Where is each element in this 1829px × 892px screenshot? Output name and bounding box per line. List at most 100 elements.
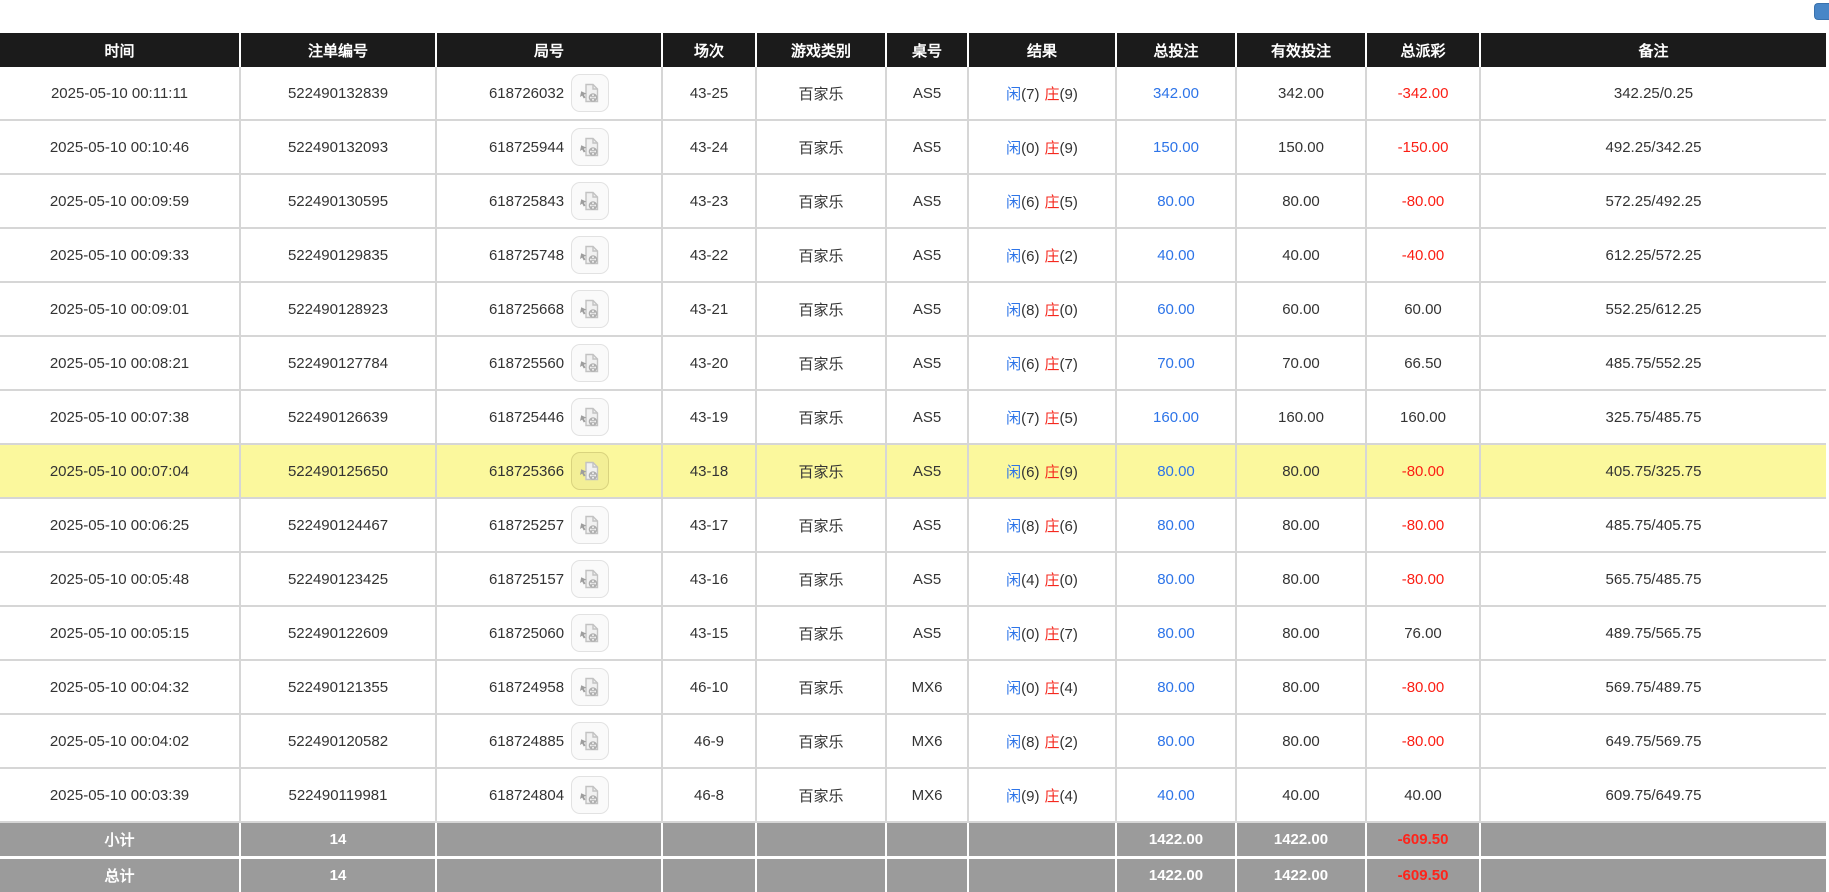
time-cell: 2025-05-10 00:06:25 [0, 498, 240, 552]
round-number-cell: 618725843 [436, 174, 662, 228]
video-file-icon [578, 729, 602, 753]
payout-cell: 66.50 [1366, 336, 1480, 390]
round-number-cell: 618725157 [436, 552, 662, 606]
total-bet-link[interactable]: 150.00 [1153, 139, 1199, 156]
valid-bet-cell: 40.00 [1236, 768, 1366, 822]
player-score: (4) [1021, 572, 1039, 589]
time-cell: 2025-05-10 00:04:32 [0, 660, 240, 714]
column-header-table: 桌号 [886, 33, 968, 67]
banker-label: 庄 [1045, 410, 1060, 427]
video-replay-button[interactable] [571, 236, 609, 274]
round-number: 618725257 [489, 517, 564, 534]
round-number-wrap: 618725668 [437, 290, 661, 328]
total-bet-link[interactable]: 342.00 [1153, 85, 1199, 102]
player-score: (8) [1021, 302, 1039, 319]
player-score: (0) [1021, 140, 1039, 157]
video-replay-button[interactable] [571, 290, 609, 328]
video-replay-button[interactable] [571, 74, 609, 112]
table-row[interactable]: 2025-05-10 00:09:59 522490130595 6187258… [0, 174, 1826, 228]
table-row[interactable]: 2025-05-10 00:09:33 522490129835 6187257… [0, 228, 1826, 282]
result-cell: 闲(0)庄(9) [968, 120, 1116, 174]
time-cell: 2025-05-10 00:03:39 [0, 768, 240, 822]
total-bet-link[interactable]: 80.00 [1157, 733, 1195, 750]
remark-cell: 485.75/405.75 [1480, 498, 1826, 552]
session-cell: 43-17 [662, 498, 756, 552]
video-replay-button[interactable] [571, 560, 609, 598]
round-number-wrap: 618724885 [437, 722, 661, 760]
table-row[interactable]: 2025-05-10 00:07:38 522490126639 6187254… [0, 390, 1826, 444]
table-row[interactable]: 2025-05-10 00:03:39 522490119981 6187248… [0, 768, 1826, 822]
total-bet-link[interactable]: 160.00 [1153, 409, 1199, 426]
banker-score: (2) [1060, 734, 1078, 751]
banker-label: 庄 [1045, 680, 1060, 697]
time-cell: 2025-05-10 00:11:11 [0, 67, 240, 120]
banker-score: (6) [1060, 518, 1078, 535]
table-row[interactable]: 2025-05-10 00:04:32 522490121355 6187249… [0, 660, 1826, 714]
video-replay-button[interactable] [571, 452, 609, 490]
column-header-game: 游戏类别 [756, 33, 886, 67]
total-bet-link[interactable]: 80.00 [1157, 679, 1195, 696]
total-bet-cell: 80.00 [1116, 660, 1236, 714]
payout-cell: -342.00 [1366, 67, 1480, 120]
banker-score: (0) [1060, 572, 1078, 589]
video-file-icon [578, 621, 602, 645]
bet-number-cell: 522490125650 [240, 444, 436, 498]
total-bet-link[interactable]: 80.00 [1157, 463, 1195, 480]
table-row[interactable]: 2025-05-10 00:08:21 522490127784 6187255… [0, 336, 1826, 390]
round-number-wrap: 618725748 [437, 236, 661, 274]
game-type-cell: 百家乐 [756, 714, 886, 768]
video-replay-button[interactable] [571, 776, 609, 814]
video-replay-button[interactable] [571, 614, 609, 652]
table-row[interactable]: 2025-05-10 00:07:04 522490125650 6187253… [0, 444, 1826, 498]
bet-number-cell: 522490128923 [240, 282, 436, 336]
session-cell: 43-21 [662, 282, 756, 336]
player-label: 闲 [1006, 734, 1021, 751]
video-replay-button[interactable] [571, 668, 609, 706]
bet-number-cell: 522490127784 [240, 336, 436, 390]
table-row[interactable]: 2025-05-10 00:04:02 522490120582 6187248… [0, 714, 1826, 768]
table-row[interactable]: 2025-05-10 00:11:11 522490132839 6187260… [0, 67, 1826, 120]
round-number-wrap: 618725560 [437, 344, 661, 382]
total-bet-link[interactable]: 60.00 [1157, 301, 1195, 318]
table-row[interactable]: 2025-05-10 00:05:48 522490123425 6187251… [0, 552, 1826, 606]
video-replay-button[interactable] [571, 722, 609, 760]
table-row[interactable]: 2025-05-10 00:05:15 522490122609 6187250… [0, 606, 1826, 660]
player-score: (6) [1021, 248, 1039, 265]
payout-cell: -150.00 [1366, 120, 1480, 174]
summary-payout-cell: -609.50 [1366, 822, 1480, 858]
video-replay-button[interactable] [571, 506, 609, 544]
video-replay-button[interactable] [571, 128, 609, 166]
valid-bet-cell: 80.00 [1236, 606, 1366, 660]
banker-label: 庄 [1045, 734, 1060, 751]
banker-label: 庄 [1045, 788, 1060, 805]
session-cell: 43-16 [662, 552, 756, 606]
payout-cell: -80.00 [1366, 444, 1480, 498]
total-bet-link[interactable]: 40.00 [1157, 787, 1195, 804]
game-type-cell: 百家乐 [756, 552, 886, 606]
table-row[interactable]: 2025-05-10 00:09:01 522490128923 6187256… [0, 282, 1826, 336]
total-bet-link[interactable]: 80.00 [1157, 625, 1195, 642]
session-cell: 43-18 [662, 444, 756, 498]
result-cell: 闲(8)庄(2) [968, 714, 1116, 768]
total-bet-link[interactable]: 70.00 [1157, 355, 1195, 372]
video-file-icon [578, 783, 602, 807]
banker-label: 庄 [1045, 518, 1060, 535]
player-label: 闲 [1006, 140, 1021, 157]
total-bet-link[interactable]: 80.00 [1157, 193, 1195, 210]
remark-cell: 325.75/485.75 [1480, 390, 1826, 444]
column-header-time: 时间 [0, 33, 240, 67]
video-replay-button[interactable] [571, 398, 609, 436]
payout-cell: 40.00 [1366, 768, 1480, 822]
total-bet-link[interactable]: 80.00 [1157, 517, 1195, 534]
total-bet-link[interactable]: 80.00 [1157, 571, 1195, 588]
total-bet-link[interactable]: 40.00 [1157, 247, 1195, 264]
table-row[interactable]: 2025-05-10 00:06:25 522490124467 6187252… [0, 498, 1826, 552]
video-replay-button[interactable] [571, 344, 609, 382]
video-replay-button[interactable] [571, 182, 609, 220]
table-row[interactable]: 2025-05-10 00:10:46 522490132093 6187259… [0, 120, 1826, 174]
banker-label: 庄 [1045, 86, 1060, 103]
player-score: (0) [1021, 626, 1039, 643]
time-cell: 2025-05-10 00:08:21 [0, 336, 240, 390]
corner-blue-tab[interactable] [1814, 3, 1829, 20]
summary-total-bet-cell: 1422.00 [1116, 858, 1236, 892]
